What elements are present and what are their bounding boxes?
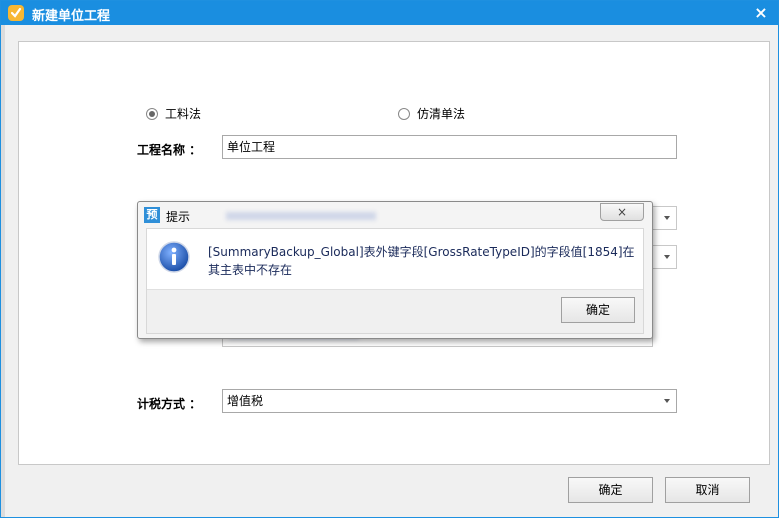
project-name-input[interactable]: 单位工程 — [222, 135, 677, 159]
dialog-close-button[interactable]: × — [600, 203, 644, 221]
cancel-button[interactable]: 取消 — [665, 477, 750, 503]
window-titlebar[interactable]: 新建单位工程 × — [1, 1, 778, 25]
dialog-title: 提示 — [166, 210, 191, 224]
left-strip — [1, 25, 5, 517]
tax-method-select[interactable]: 增值税 — [222, 389, 677, 413]
tax-method-value: 增值税 — [227, 394, 264, 408]
info-icon — [158, 241, 190, 273]
ok-button[interactable]: 确定 — [568, 477, 653, 503]
dialog-title-blurred — [226, 212, 376, 220]
app-badge-icon: 预 — [144, 207, 160, 223]
tax-method-label: 计税方式 ： — [137, 397, 202, 411]
chevron-down-icon — [664, 399, 670, 403]
app-logo-icon — [8, 5, 24, 21]
dialog-message: [SummaryBackup_Global]表外键字段[GrossRateTyp… — [208, 245, 635, 277]
project-name-label: 工程名称 ： — [137, 143, 202, 157]
chevron-down-icon — [664, 255, 670, 259]
dialog-body: [SummaryBackup_Global]表外键字段[GrossRateTyp… — [146, 228, 644, 334]
dialog-titlebar[interactable]: 预 提示 × — [138, 202, 652, 228]
radio-label: 工料法 — [165, 107, 202, 121]
radio-label: 仿清单法 — [417, 107, 466, 121]
window-title: 新建单位工程 — [32, 9, 111, 24]
radio-circle[interactable] — [398, 107, 410, 120]
radio-labor-material-method[interactable]: 工料法 — [146, 105, 201, 122]
window-close-button[interactable]: × — [750, 3, 772, 23]
dialog-footer: 确定 — [147, 289, 643, 333]
dialog-ok-button[interactable]: 确定 — [561, 297, 635, 323]
chevron-down-icon — [664, 216, 670, 220]
alert-dialog: 预 提示 × [SummaryBackup_Global]表外键字段[Gross… — [137, 201, 653, 339]
radio-imitation-bill-method[interactable]: 仿清单法 — [398, 105, 465, 122]
radio-circle-checked[interactable] — [146, 107, 158, 120]
